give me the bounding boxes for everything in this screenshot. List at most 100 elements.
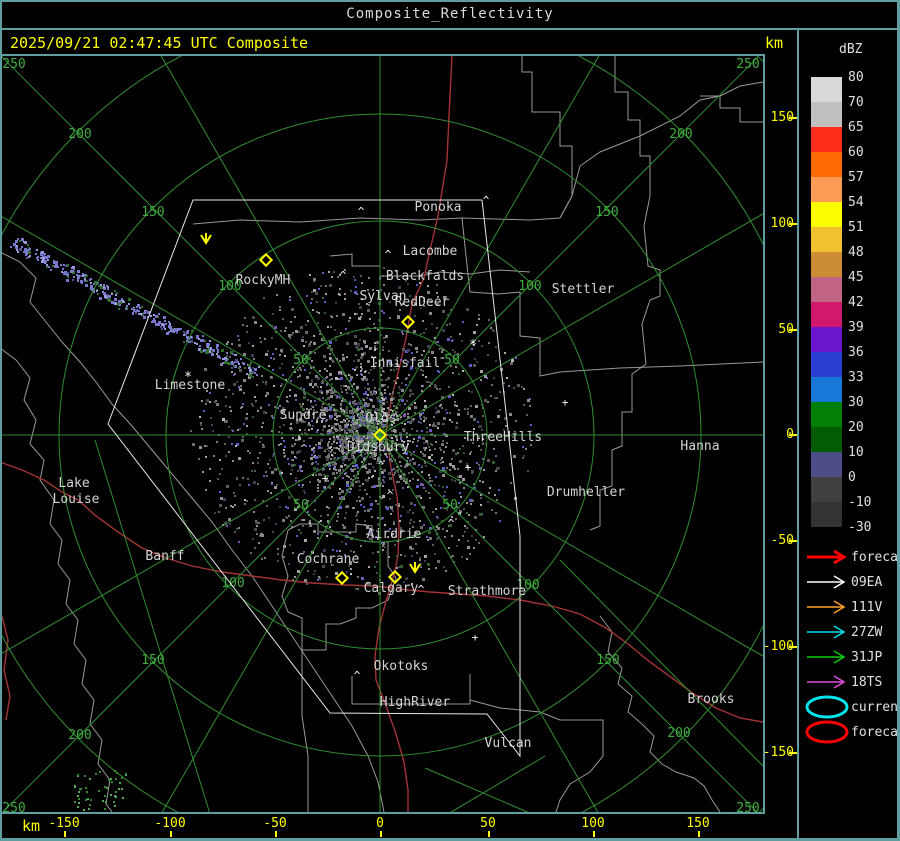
city-label-olds: Olds bbox=[365, 411, 396, 426]
right-axis-tick bbox=[789, 540, 797, 542]
summit-caret-marker: ^ bbox=[483, 194, 490, 207]
window-title: Composite_Reflectivity bbox=[346, 6, 554, 22]
radar-map-canvas[interactable]: 50 5050 50100 100100 100150 150150 150200 20020… bbox=[0, 0, 900, 841]
right-axis-unit: km bbox=[764, 34, 783, 52]
legend-panel: dBZ 80 70 65 60 57 54 51 48 45 42 39 36 33 30 20 10 0 -10… bbox=[797, 30, 900, 841]
city-label-hanna: Hanna bbox=[680, 439, 719, 454]
range-ring-label-200: 200 bbox=[68, 728, 91, 743]
27ZW-arrow-icon bbox=[807, 625, 846, 639]
county-boundary-line bbox=[599, 615, 721, 813]
colorbar-stop-label: 42 bbox=[848, 295, 864, 310]
bottom-axis-tick-label: -50 bbox=[263, 816, 287, 831]
city-label-ponoka: Ponoka bbox=[415, 200, 462, 215]
summit-caret-marker: ^ bbox=[387, 489, 394, 502]
31JP-arrow-icon bbox=[807, 650, 846, 664]
range-ring-label-200: 200 bbox=[667, 726, 690, 741]
colorbar-stop-label: 54 bbox=[848, 195, 864, 210]
colorbar-swatch-10 bbox=[811, 452, 842, 477]
colorbar-swatch-39 bbox=[811, 327, 842, 352]
legend-label: current bbox=[851, 700, 900, 715]
colorbar-stop-label: 10 bbox=[848, 445, 864, 460]
summit-caret-marker: ^ bbox=[354, 669, 361, 682]
colorbar-stop-label: 57 bbox=[848, 170, 864, 185]
county-boundary-line bbox=[469, 699, 604, 813]
colorbar-swatch-42 bbox=[811, 302, 842, 327]
window-frame-top bbox=[0, 0, 900, 2]
colorbar-stop-label: 33 bbox=[848, 370, 864, 385]
legend-label: 27ZW bbox=[851, 625, 883, 640]
station-diamond-icon[interactable] bbox=[334, 570, 350, 586]
colorbar-swatch-80 bbox=[811, 77, 842, 102]
range-ring-label-250: 250 bbox=[2, 801, 25, 812]
city-label-louise: Louise bbox=[53, 492, 100, 507]
bottom-axis: km -150 -100 -50 0 50 100 150 bbox=[0, 814, 797, 838]
county-boundary-line bbox=[559, 81, 764, 219]
legend-row-09EA: 09EA bbox=[803, 570, 899, 595]
summit-caret-marker: ^ bbox=[448, 517, 455, 530]
city-label-blackfalds: Blackfalds bbox=[386, 269, 464, 284]
highway-line bbox=[1, 615, 11, 721]
colorbar-swatch-48 bbox=[811, 252, 842, 277]
colorbar-swatch--10 bbox=[811, 502, 842, 527]
city-label-threehills: ThreeHills bbox=[464, 430, 542, 445]
title-bar[interactable]: Composite_Reflectivity bbox=[0, 0, 900, 30]
city-label-drumheller: Drumheller bbox=[547, 485, 625, 500]
legend-label: 111V bbox=[851, 600, 883, 615]
colorbar-swatch-30 bbox=[811, 402, 842, 427]
bottom-axis-tick-label: -150 bbox=[48, 816, 80, 831]
forecast-ellipse-icon bbox=[805, 720, 849, 744]
range-ring-label-250: 250 bbox=[736, 801, 759, 812]
bottom-axis-tick bbox=[64, 831, 66, 837]
city-label-lake: Lake bbox=[58, 476, 89, 491]
range-ring-label-50: 50 bbox=[293, 498, 309, 513]
county-boundary-line bbox=[559, 361, 764, 373]
range-ring-label-250: 250 bbox=[2, 57, 25, 72]
radar-app-window: Composite_Reflectivity 2025/09/21 02:47:… bbox=[0, 0, 900, 841]
colorbar-stop-label: -30 bbox=[848, 520, 872, 535]
colorbar-title: dBZ bbox=[839, 42, 863, 57]
city-label-innisfail: Innisfail bbox=[370, 356, 440, 371]
range-ring-label-100: 100 bbox=[518, 279, 541, 294]
bottom-axis-tick bbox=[275, 831, 277, 837]
colorbar-stop-label: 0 bbox=[848, 470, 856, 485]
city-label-highriver: HighRiver bbox=[380, 695, 451, 710]
legend-label: forecast bbox=[851, 550, 900, 565]
colorbar-stop-label: 39 bbox=[848, 320, 864, 335]
city-label-strathmore: Strathmore bbox=[448, 584, 526, 599]
bottom-axis-tick-label: 50 bbox=[480, 816, 496, 831]
colorbar-swatch-20 bbox=[811, 427, 842, 452]
colorbar-swatch-57 bbox=[811, 177, 842, 202]
city-label-cochrane: Cochrane bbox=[297, 552, 360, 567]
city-label-reddeer: RedDeer bbox=[395, 295, 450, 310]
graticule-line bbox=[424, 767, 533, 815]
county-boundary-line bbox=[521, 56, 573, 219]
city-label-brooks: Brooks bbox=[688, 692, 735, 707]
bottom-axis-tick bbox=[488, 831, 490, 837]
legend-row-18TS: 18TS bbox=[803, 670, 899, 695]
right-axis-tick bbox=[789, 434, 797, 436]
bottom-axis-tick-label: 150 bbox=[686, 816, 710, 831]
city-label-didsbury: Didsbury bbox=[347, 440, 410, 455]
asterisk-marker: * bbox=[469, 338, 477, 353]
right-axis-tick bbox=[789, 752, 797, 754]
legend-row-111V: 111V bbox=[803, 595, 899, 620]
bottom-axis-tick bbox=[380, 831, 382, 837]
colorbar-swatch-33 bbox=[811, 377, 842, 402]
summit-caret-marker: ^ bbox=[340, 269, 347, 282]
radial-line-120 bbox=[379, 434, 844, 703]
colorbar-stop-label: 36 bbox=[848, 345, 864, 360]
city-label-sundre: Sundre bbox=[280, 408, 327, 423]
radar-map[interactable]: 50 50 50 50 100 100 100 100 150 150 150 150 200 200 20… bbox=[0, 0, 900, 841]
range-ring-label-150: 150 bbox=[141, 205, 164, 220]
legend-label: 09EA bbox=[851, 575, 883, 590]
forecast-arrow-icon bbox=[807, 549, 847, 565]
legend-row-31JP: 31JP bbox=[803, 645, 899, 670]
colorbar-stop-label: 65 bbox=[848, 120, 864, 135]
graticule-line bbox=[559, 559, 764, 767]
colorbar-swatch-0 bbox=[811, 477, 842, 502]
city-label-okotoks: Okotoks bbox=[374, 659, 429, 674]
legend-row-current: current bbox=[803, 695, 900, 720]
colorbar-stop-label: 51 bbox=[848, 220, 864, 235]
colorbar-stop-label: 60 bbox=[848, 145, 864, 160]
colorbar-stop-label: 80 bbox=[848, 70, 864, 85]
